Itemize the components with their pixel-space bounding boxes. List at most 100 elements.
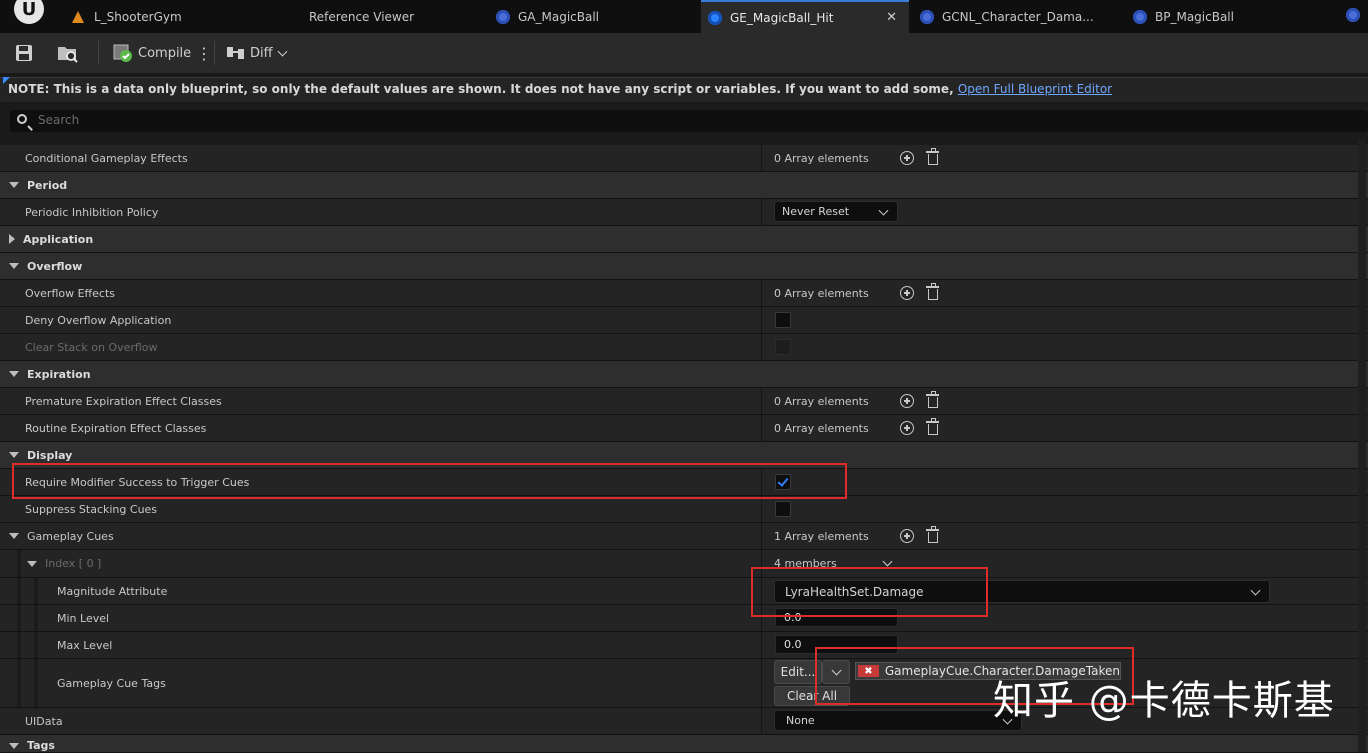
close-icon[interactable]: ✕	[886, 10, 897, 25]
category-expiration[interactable]: Expiration	[0, 361, 1368, 388]
uidata-dropdown[interactable]: None	[774, 710, 1022, 731]
property-name: UIData	[25, 714, 63, 728]
note-text: NOTE: This is a data only blueprint, so …	[8, 82, 958, 96]
search-placeholder: Search	[38, 113, 80, 127]
category-tags[interactable]: Tags	[0, 735, 1368, 753]
add-element-icon[interactable]	[900, 394, 914, 408]
tab-gcnl-character-damage[interactable]: GCNL_Character_Dama...	[920, 0, 1120, 33]
toolbar-divider	[98, 41, 99, 65]
blueprint-icon	[920, 9, 934, 24]
deny-overflow-checkbox[interactable]	[775, 312, 791, 328]
chevron-down-icon	[277, 46, 288, 56]
property-name: Max Level	[57, 638, 113, 652]
property-name: Suppress Stacking Cues	[25, 502, 158, 516]
add-element-icon[interactable]	[900, 151, 914, 165]
category-label: Display	[27, 448, 73, 462]
clear-stack-checkbox	[775, 339, 791, 355]
expand-arrow-icon[interactable]	[9, 263, 19, 269]
details-scrollbar[interactable]	[1358, 140, 1366, 752]
category-label: Application	[23, 232, 94, 246]
dropdown-value: Never Reset	[782, 205, 850, 218]
highlight-require-modifier	[12, 463, 847, 499]
highlight-magnitude-attribute	[751, 567, 988, 617]
tab-ga-magicball[interactable]: GA_MagicBall	[496, 0, 696, 33]
add-element-icon[interactable]	[900, 529, 914, 543]
category-period[interactable]: Period	[0, 172, 1368, 199]
tab-bp-magicball[interactable]: BP_MagicBall	[1133, 0, 1333, 33]
collapse-arrow-icon[interactable]	[9, 234, 15, 244]
trash-icon[interactable]	[926, 283, 939, 300]
data-only-note: NOTE: This is a data only blueprint, so …	[0, 77, 1368, 102]
row-overflow-effects: Overflow Effects 0 Array elements	[0, 280, 1368, 307]
category-overflow[interactable]: Overflow	[0, 253, 1368, 280]
property-value: 0 Array elements	[774, 286, 869, 300]
open-full-blueprint-editor-link[interactable]: Open Full Blueprint Editor	[958, 82, 1112, 96]
row-periodic-inhibition-policy: Periodic Inhibition Policy Never Reset	[0, 199, 1368, 226]
compile-options-button[interactable]: ⋮	[196, 33, 212, 73]
tab-ge-magicball-hit[interactable]: GE_MagicBall_Hit ✕	[701, 0, 909, 33]
level-icon	[72, 10, 84, 23]
tab-label: GA_MagicBall	[518, 9, 600, 24]
row-index-0: Index [ 0 ] 4 members	[0, 550, 1368, 578]
tab-bar: U L_ShooterGym Reference Viewer GA_Magic…	[0, 0, 1368, 33]
periodic-inhibition-dropdown[interactable]: Never Reset	[774, 201, 898, 222]
watermark: 知乎 @卡德卡斯基	[993, 678, 1335, 724]
blueprint-icon[interactable]	[1346, 8, 1360, 22]
add-element-icon[interactable]	[900, 421, 914, 435]
category-application[interactable]: Application	[0, 226, 1368, 253]
expand-arrow-icon[interactable]	[27, 560, 37, 567]
row-conditional-gameplay-effects: Conditional Gameplay Effects 0 Array ele…	[0, 145, 1368, 172]
compile-label: Compile	[138, 45, 192, 61]
blueprint-icon	[1133, 9, 1147, 24]
category-label: Tags	[27, 739, 55, 752]
gameplay-effect-icon	[708, 10, 722, 25]
row-max-level: Max Level 0.0	[0, 632, 1368, 659]
add-element-icon[interactable]	[900, 286, 914, 300]
property-value: 0 Array elements	[774, 394, 869, 408]
property-name: Periodic Inhibition Policy	[25, 205, 159, 219]
row-suppress-stacking-cues: Suppress Stacking Cues	[0, 496, 1368, 523]
save-button[interactable]	[14, 33, 34, 73]
chevron-down-icon	[878, 205, 889, 216]
chevron-down-icon[interactable]	[882, 556, 893, 567]
browse-button[interactable]	[56, 33, 80, 73]
row-deny-overflow-application: Deny Overflow Application	[0, 307, 1368, 334]
search-input[interactable]: Search	[10, 110, 1368, 132]
expand-arrow-icon[interactable]	[9, 742, 19, 749]
tab-label: GE_MagicBall_Hit	[730, 10, 834, 25]
expand-arrow-icon[interactable]	[9, 452, 19, 458]
property-name: Premature Expiration Effect Classes	[25, 394, 222, 408]
diff-button[interactable]: Diff	[226, 33, 288, 73]
toolbar: Compile ⋮ Diff	[0, 33, 1368, 73]
row-min-level: Min Level 0.0	[0, 605, 1368, 632]
property-name: Gameplay Cue Tags	[57, 676, 166, 690]
property-value: 0 Array elements	[774, 421, 869, 435]
diff-label: Diff	[250, 45, 273, 61]
category-label: Period	[27, 178, 68, 192]
tab-label: Reference Viewer	[309, 9, 415, 24]
trash-icon[interactable]	[926, 391, 939, 408]
tab-l-shootergym[interactable]: L_ShooterGym	[72, 0, 282, 33]
tab-label: BP_MagicBall	[1155, 9, 1234, 24]
compile-button[interactable]: Compile	[112, 33, 191, 73]
property-name: Magnitude Attribute	[57, 584, 168, 598]
category-label: Overflow	[27, 259, 83, 273]
trash-icon[interactable]	[926, 418, 939, 435]
expand-arrow-icon[interactable]	[9, 371, 19, 377]
row-gameplay-cues: Gameplay Cues 1 Array elements	[0, 523, 1368, 550]
row-magnitude-attribute: Magnitude Attribute LyraHealthSet.Damage	[0, 578, 1368, 605]
tab-label: L_ShooterGym	[94, 9, 182, 24]
tab-reference-viewer[interactable]: Reference Viewer	[309, 0, 489, 33]
unreal-logo-icon[interactable]: U	[14, 0, 44, 24]
chevron-down-icon	[1250, 585, 1261, 596]
suppress-stacking-checkbox[interactable]	[775, 501, 791, 517]
search-icon	[17, 114, 27, 124]
diff-icon	[227, 47, 244, 59]
trash-icon[interactable]	[926, 148, 939, 165]
expand-arrow-icon[interactable]	[9, 182, 19, 188]
property-name: Deny Overflow Application	[25, 313, 172, 327]
category-label: Expiration	[27, 367, 91, 381]
expand-arrow-icon[interactable]	[9, 533, 19, 539]
property-name: Gameplay Cues	[27, 529, 114, 543]
trash-icon[interactable]	[926, 526, 939, 543]
